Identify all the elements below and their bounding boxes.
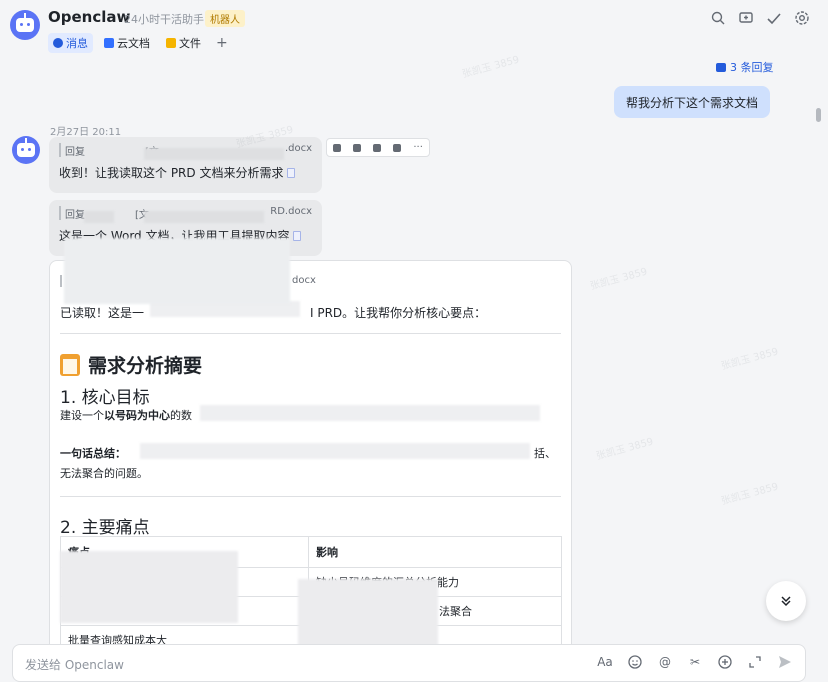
redacted-area bbox=[140, 443, 530, 459]
scissors-icon[interactable]: ✂ bbox=[687, 654, 703, 670]
goal-suffix: 的数 bbox=[170, 409, 192, 422]
quote-prefix: 回复 bbox=[65, 210, 85, 221]
divider bbox=[60, 496, 561, 497]
section-title: 2. 主要痛点 bbox=[60, 518, 150, 538]
doc-icon bbox=[287, 167, 296, 178]
bot-avatar[interactable] bbox=[12, 136, 40, 164]
tab-cloud-docs[interactable]: 云文档 bbox=[99, 33, 155, 53]
search-icon[interactable] bbox=[710, 10, 726, 26]
summary-label: 一句话总结： bbox=[60, 447, 126, 460]
composer-tools: Aa @ ✂ bbox=[597, 654, 793, 670]
clipboard-icon bbox=[60, 353, 80, 376]
chat-bubble-icon bbox=[53, 38, 63, 48]
redacted-area bbox=[200, 405, 540, 421]
divider bbox=[60, 333, 561, 334]
quote-file: .docx bbox=[284, 143, 312, 154]
tab-files[interactable]: 文件 bbox=[161, 33, 206, 53]
goal-prefix: 建设一个 bbox=[60, 409, 104, 422]
watermark: 张凯玉 3859 bbox=[589, 266, 649, 293]
section-title: 1. 核心目标 bbox=[60, 388, 150, 408]
redacted-area bbox=[144, 211, 264, 223]
mention-icon[interactable]: @ bbox=[657, 654, 673, 670]
watermark: 张凯玉 3859 bbox=[720, 346, 780, 373]
settings-icon[interactable] bbox=[794, 10, 810, 26]
chat-header: Openclaw 24小时干活助手 机器人 消息 云文档 文件 + bbox=[0, 0, 828, 60]
doc-icon bbox=[293, 230, 302, 241]
chat-title[interactable]: Openclaw bbox=[48, 8, 130, 26]
robot-icon bbox=[16, 13, 34, 32]
user-message-bubble[interactable]: 帮我分析下这个需求文档 bbox=[614, 86, 770, 118]
comment-icon[interactable] bbox=[353, 143, 362, 152]
bookmark-icon[interactable] bbox=[393, 143, 402, 152]
card-intro-cont: I PRD。让我帮你分析核心要点： bbox=[310, 306, 487, 320]
thread-replies-link[interactable]: 3 条回复 bbox=[716, 59, 774, 75]
tab-label: 消息 bbox=[66, 37, 88, 50]
tab-label: 文件 bbox=[179, 37, 201, 50]
header-actions bbox=[710, 10, 810, 26]
card-heading: 需求分析摘要 bbox=[60, 351, 202, 378]
chevron-double-down-icon bbox=[781, 596, 791, 607]
bot-avatar[interactable] bbox=[10, 10, 40, 40]
bot-badge: 机器人 bbox=[205, 10, 245, 27]
quote-file: RD.docx bbox=[270, 206, 312, 217]
chat-tabs: 消息 云文档 文件 + bbox=[48, 33, 228, 53]
heading-text: 需求分析摘要 bbox=[88, 355, 203, 377]
send-icon[interactable] bbox=[777, 654, 793, 670]
redacted-area bbox=[64, 238, 290, 304]
tab-messages[interactable]: 消息 bbox=[48, 33, 93, 53]
thumbs-up-icon[interactable] bbox=[333, 143, 342, 152]
redacted-area bbox=[60, 551, 238, 623]
add-tab-button[interactable]: + bbox=[216, 35, 228, 51]
message-text: 收到！让我读取这个 PRD 文档来分析需求 bbox=[59, 166, 284, 180]
add-chat-icon[interactable] bbox=[738, 10, 754, 26]
scroll-to-bottom-button[interactable] bbox=[766, 581, 806, 621]
robot-icon bbox=[17, 138, 35, 157]
tab-label: 云文档 bbox=[117, 37, 150, 50]
replies-count: 3 条回复 bbox=[730, 61, 774, 74]
quote-bar bbox=[60, 275, 62, 287]
column-header: 影响 bbox=[308, 536, 562, 568]
quote-prefix: 回复 bbox=[65, 147, 85, 158]
plus-circle-icon[interactable] bbox=[717, 654, 733, 670]
summary-line2: 无法聚合的问题。 bbox=[60, 467, 148, 480]
folder-icon bbox=[166, 38, 176, 48]
scrollbar-thumb[interactable] bbox=[816, 108, 821, 122]
message-composer[interactable]: 发送给 Openclaw Aa @ ✂ bbox=[12, 644, 806, 682]
chat-subtitle: 24小时干活助手 bbox=[124, 13, 204, 26]
goal-bold: 以号码为中心 bbox=[104, 409, 170, 422]
bot-message-bubble[interactable]: 回复 [文 .docx 收到！让我读取这个 PRD 文档来分析需求 bbox=[49, 137, 322, 193]
watermark: 张凯玉 3859 bbox=[720, 481, 780, 508]
message-action-bar: ··· bbox=[326, 138, 430, 157]
message-text-row: 收到！让我读取这个 PRD 文档来分析需求 bbox=[59, 164, 312, 181]
watermark: 张凯玉 3859 bbox=[595, 436, 655, 463]
check-icon[interactable] bbox=[766, 10, 782, 26]
summary-tail: 括、 bbox=[534, 447, 556, 460]
emoji-icon[interactable] bbox=[627, 654, 643, 670]
forward-icon[interactable] bbox=[373, 143, 382, 152]
cloud-doc-icon bbox=[104, 38, 114, 48]
goal-line: 建设一个以号码为中心的数 bbox=[60, 407, 192, 423]
redacted-area bbox=[144, 148, 284, 160]
quote-file: docx bbox=[292, 275, 316, 286]
font-format-icon[interactable]: Aa bbox=[597, 654, 613, 670]
card-intro: 已读取！这是一 bbox=[60, 306, 145, 320]
message-timestamp: 2月27日 20:11 bbox=[50, 127, 122, 138]
reply-thread-icon bbox=[716, 62, 726, 72]
redacted-area bbox=[84, 211, 114, 223]
expand-icon[interactable] bbox=[747, 654, 763, 670]
composer-input[interactable]: 发送给 Openclaw bbox=[25, 656, 124, 673]
more-icon[interactable]: ··· bbox=[413, 142, 423, 152]
analysis-card[interactable]: docx 已读取！这是一 I PRD。让我帮你分析核心要点： 需求分析摘要 1.… bbox=[49, 260, 572, 660]
redacted-area bbox=[298, 579, 438, 651]
